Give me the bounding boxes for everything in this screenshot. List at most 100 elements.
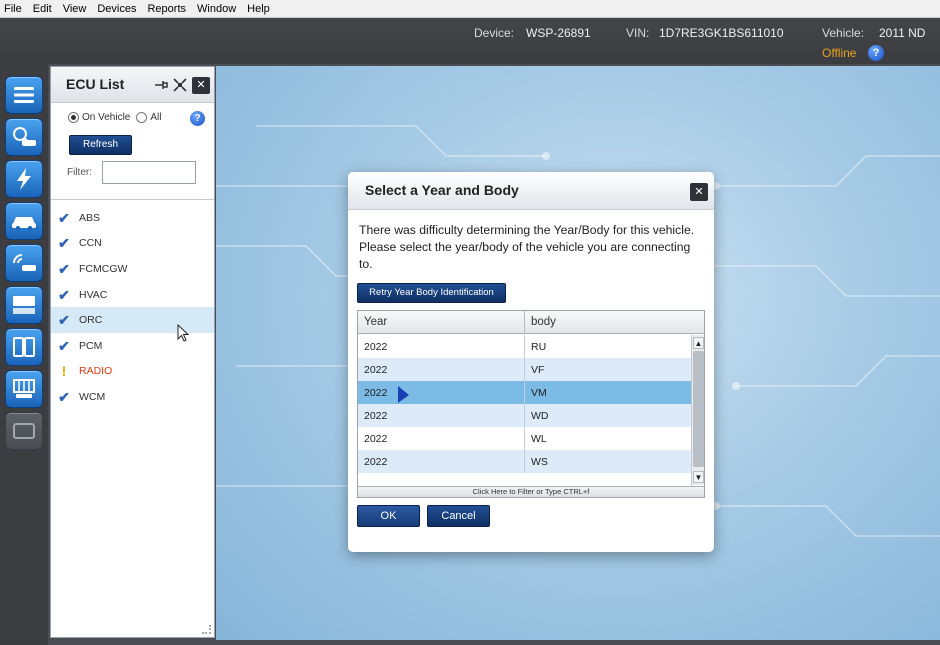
- ecu-item-label: ORC: [79, 314, 103, 327]
- refresh-button[interactable]: Refresh: [69, 135, 132, 155]
- cell-year: 2022: [364, 387, 388, 399]
- menu-devices[interactable]: Devices: [97, 3, 136, 15]
- menu-bar: File Edit View Devices Reports Window He…: [0, 0, 940, 18]
- cancel-button[interactable]: Cancel: [427, 505, 490, 527]
- wireless-car-icon[interactable]: [5, 244, 43, 282]
- menu-help[interactable]: Help: [247, 3, 270, 15]
- checkmark-icon: ✔: [58, 260, 70, 277]
- checkmark-icon: ✔: [58, 312, 70, 329]
- device-value: WSP-26891: [526, 26, 591, 40]
- vehicle-scan-icon[interactable]: [5, 118, 43, 156]
- flash-icon[interactable]: [5, 160, 43, 198]
- all-radio[interactable]: [136, 112, 148, 123]
- cell-body: WS: [531, 456, 548, 468]
- menu-window[interactable]: Window: [197, 3, 236, 15]
- all-label: All: [150, 112, 162, 123]
- cell-body: RU: [531, 341, 547, 353]
- scroll-up-icon[interactable]: ▲: [693, 337, 704, 349]
- network-icon[interactable]: [5, 370, 43, 408]
- filter-label: Filter:: [67, 167, 92, 178]
- vertical-scrollbar[interactable]: ▲ ▼: [691, 335, 704, 485]
- filter-input[interactable]: [102, 161, 196, 184]
- warning-icon: !: [61, 363, 67, 380]
- help-icon[interactable]: ?: [868, 45, 884, 61]
- divider: [51, 199, 214, 200]
- cell-year: 2022: [364, 456, 388, 468]
- close-icon[interactable]: ✕: [690, 183, 708, 201]
- close-icon[interactable]: ✕: [192, 77, 210, 94]
- column-divider: [524, 335, 525, 358]
- ok-button[interactable]: OK: [357, 505, 420, 527]
- checkmark-icon: ✔: [58, 388, 70, 405]
- menu-icon[interactable]: [5, 76, 43, 114]
- ecu-list: ✔ ABS ✔ CCN ✔ FCMCGW ✔ HVAC ✔ ORC ✔ PCM! RADIO ✔ WCM: [51, 205, 214, 410]
- ecu-item-label: CCN: [79, 237, 102, 250]
- dialog-message: There was difficulty determining the Yea…: [359, 223, 695, 271]
- cell-year: 2022: [364, 341, 388, 353]
- pointer-arrow-icon: [398, 386, 409, 403]
- on-vehicle-radio[interactable]: [68, 112, 79, 123]
- connection-status: Offline: [822, 46, 857, 60]
- ecu-item-radio[interactable]: ! RADIO: [51, 359, 214, 385]
- table-row[interactable]: 2022 WD: [358, 404, 691, 427]
- ecu-item-fcmcgw[interactable]: ✔ FCMCGW: [51, 256, 214, 282]
- table-filter-hint[interactable]: Click Here to Filter or Type CTRL+f: [358, 486, 704, 497]
- ecu-list-panel: ECU List ✕ On Vehicle All ? Refresh Filt…: [50, 66, 215, 638]
- table-header: Year body: [358, 311, 704, 334]
- column-divider: [524, 358, 525, 381]
- column-header-year[interactable]: Year: [364, 316, 387, 328]
- menu-view[interactable]: View: [63, 3, 87, 15]
- panels-icon[interactable]: [5, 328, 43, 366]
- dialog-title: Select a Year and Body: [365, 182, 519, 198]
- resize-grip-icon[interactable]: [202, 625, 211, 634]
- car-icon[interactable]: [5, 202, 43, 240]
- checkmark-icon: ✔: [58, 286, 70, 303]
- cell-year: 2022: [364, 364, 388, 376]
- ecu-panel-header: ECU List ✕: [51, 67, 214, 103]
- device-label: Device:: [474, 26, 515, 40]
- table-row[interactable]: 2022 WS: [358, 450, 691, 473]
- column-divider: [524, 404, 525, 427]
- mouse-pointer-icon: [177, 324, 190, 342]
- ecu-list-title: ECU List: [66, 76, 125, 92]
- tool-rail: [0, 64, 48, 645]
- ecu-item-label: HVAC: [79, 288, 108, 301]
- ecu-item-hvac[interactable]: ✔ HVAC: [51, 282, 214, 308]
- checkmark-icon: ✔: [58, 337, 70, 354]
- column-divider: [524, 381, 525, 404]
- scroll-down-icon[interactable]: ▼: [693, 471, 704, 483]
- ecu-item-label: FCMCGW: [79, 262, 128, 275]
- table-row[interactable]: 2022 RU: [358, 335, 691, 358]
- column-divider: [524, 427, 525, 450]
- cell-body: VF: [531, 364, 545, 376]
- menu-edit[interactable]: Edit: [33, 3, 52, 15]
- year-body-dialog: Select a Year and Body ✕ There was diffi…: [348, 172, 714, 552]
- checkmark-icon: ✔: [58, 209, 70, 226]
- cell-body: VM: [531, 387, 547, 399]
- vehicle-label: Vehicle:: [822, 26, 865, 40]
- cell-year: 2022: [364, 410, 388, 422]
- menu-file[interactable]: File: [4, 3, 22, 15]
- ecu-item-label: ABS: [79, 211, 101, 224]
- on-vehicle-label: On Vehicle: [82, 112, 131, 123]
- column-divider: [524, 311, 525, 334]
- menu-reports[interactable]: Reports: [147, 3, 186, 15]
- column-divider: [524, 450, 525, 473]
- ecu-item-label: WCM: [79, 390, 106, 403]
- retry-identification-button[interactable]: Retry Year Body Identification: [357, 283, 506, 303]
- ecu-item-wcm[interactable]: ✔ WCM: [51, 384, 214, 410]
- column-header-body[interactable]: body: [531, 316, 556, 328]
- cell-body: WD: [531, 410, 549, 422]
- ecu-item-abs[interactable]: ✔ ABS: [51, 205, 214, 231]
- checkmark-icon: ✔: [58, 235, 70, 252]
- table-row[interactable]: 2022 WL: [358, 427, 691, 450]
- vehicle-info-icon[interactable]: [5, 286, 43, 324]
- scroll-thumb[interactable]: [693, 351, 704, 467]
- maximize-icon[interactable]: [172, 77, 188, 93]
- disabled-module-icon: [5, 412, 43, 450]
- pin-icon[interactable]: [153, 77, 169, 93]
- ecu-item-ccn[interactable]: ✔ CCN: [51, 231, 214, 257]
- table-row[interactable]: 2022 VF: [358, 358, 691, 381]
- help-icon[interactable]: ?: [190, 111, 205, 126]
- status-bar: Device: WSP-26891 VIN: 1D7RE3GK1BS611010…: [0, 18, 940, 64]
